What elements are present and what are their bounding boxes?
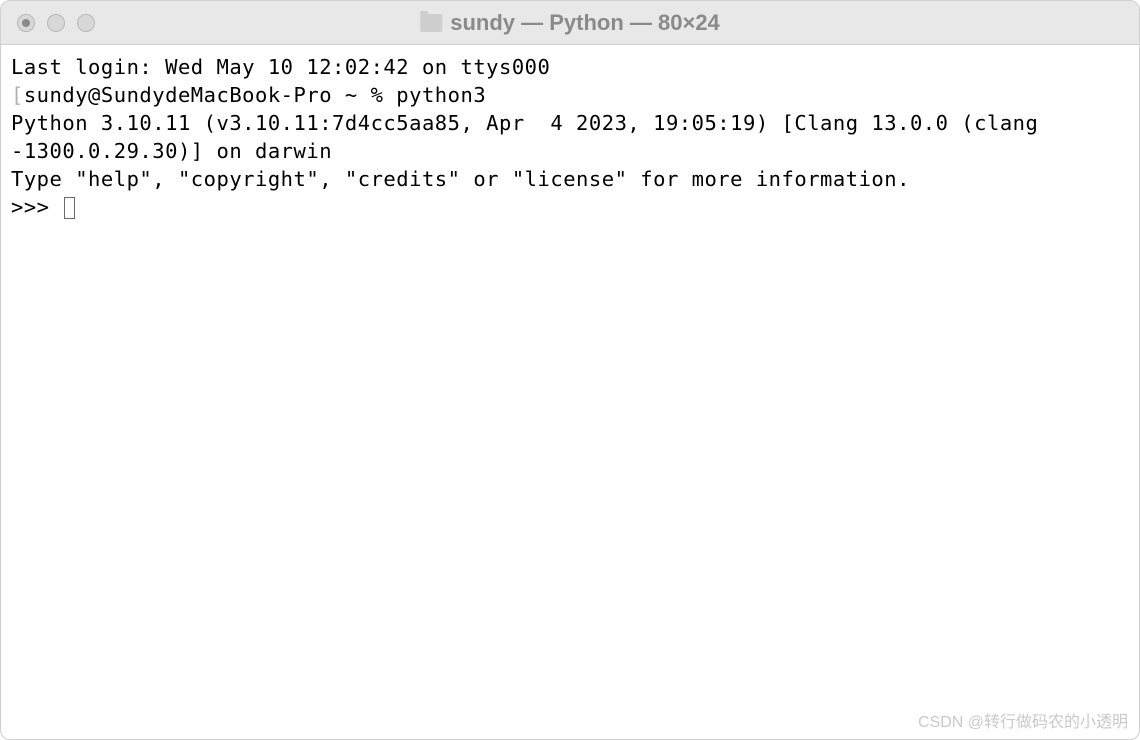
cursor bbox=[64, 197, 75, 219]
titlebar: sundy — Python — 80×24 bbox=[1, 1, 1139, 45]
python-prompt: >>> bbox=[11, 195, 62, 219]
terminal-content[interactable]: Last login: Wed May 10 12:02:42 on ttys0… bbox=[1, 45, 1139, 739]
python-help-line: Type "help", "copyright", "credits" or "… bbox=[11, 165, 1129, 193]
bracket-left: [ bbox=[11, 83, 24, 107]
shell-prompt: sundy@SundydeMacBook-Pro ~ % bbox=[24, 83, 396, 107]
command-text: python3 bbox=[396, 83, 486, 107]
python-version-1: Python 3.10.11 (v3.10.11:7d4cc5aa85, Apr… bbox=[11, 109, 1129, 137]
maximize-button[interactable] bbox=[77, 14, 95, 32]
window-controls bbox=[1, 14, 95, 32]
shell-prompt-line: [sundy@SundydeMacBook-Pro ~ % python3 bbox=[11, 81, 1129, 109]
python-version-2: -1300.0.29.30)] on darwin bbox=[11, 137, 1129, 165]
close-button[interactable] bbox=[17, 14, 35, 32]
last-login-line: Last login: Wed May 10 12:02:42 on ttys0… bbox=[11, 53, 1129, 81]
window-title-area: sundy — Python — 80×24 bbox=[420, 10, 720, 36]
terminal-window: sundy — Python — 80×24 Last login: Wed M… bbox=[0, 0, 1140, 740]
minimize-button[interactable] bbox=[47, 14, 65, 32]
window-title: sundy — Python — 80×24 bbox=[450, 10, 720, 36]
folder-icon bbox=[420, 14, 442, 32]
python-prompt-line: >>> bbox=[11, 193, 1129, 221]
